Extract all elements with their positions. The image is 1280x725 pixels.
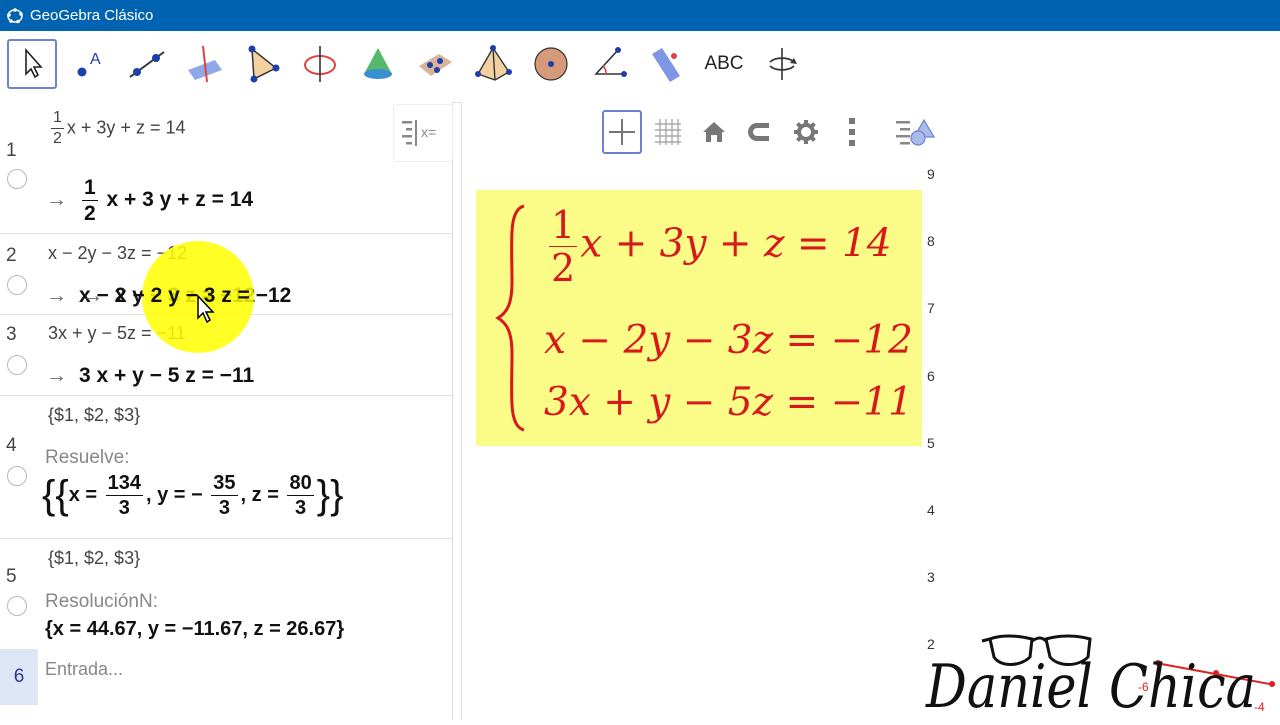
visibility-toggle[interactable]: [7, 169, 27, 189]
input-expression[interactable]: 12x + 3y + z = 14: [48, 110, 185, 147]
y-tick-label: 8: [927, 233, 935, 249]
equation-1: 12x + 3y + z = 14: [549, 203, 892, 290]
y-tick-label: 9: [927, 166, 935, 182]
reflect-plane-icon: [652, 48, 680, 82]
command-label: Resuelve:: [45, 447, 130, 468]
sphere-icon: [534, 47, 568, 81]
graphics-view-icon: [896, 118, 936, 146]
row-number: 6: [0, 649, 38, 705]
input-expression[interactable]: {$1, $2, $3}: [48, 405, 140, 426]
algebra-row-5[interactable]: 5 {$1, $2, $3} ResoluciónN: {x = 44.67, …: [0, 538, 452, 650]
line-icon: [129, 51, 165, 78]
gear-icon: [794, 120, 818, 144]
graphics-settings-button[interactable]: [786, 110, 826, 154]
graphics-style-bar: [598, 106, 944, 158]
row-number: 2: [6, 245, 17, 266]
point-tool-button[interactable]: A: [65, 39, 115, 89]
output-arrow-icon: →: [46, 364, 67, 387]
circle-tool-button[interactable]: [295, 39, 345, 89]
visibility-toggle[interactable]: [7, 355, 27, 375]
y-tick-label: 4: [927, 502, 935, 518]
algebra-view: x= 1 12x + 3y + z = 14 → 1 2 x + 3 y + z =…: [0, 102, 453, 720]
equation-system-box[interactable]: 12x + 3y + z = 14 x − 2y − 3z = −12 3x +…: [476, 190, 922, 446]
visibility-toggle[interactable]: [7, 275, 27, 295]
numeric-solution-output: {x = 44.67, y = −11.67, z = 26.67}: [45, 618, 345, 640]
plane-points-icon: [419, 54, 452, 76]
geogebra-logo-icon: [7, 7, 23, 23]
cone-tool-button[interactable]: [353, 39, 403, 89]
angle-tool-button[interactable]: [583, 39, 633, 89]
output-expression: → 3 x + y − 5 z = −11: [46, 364, 255, 387]
y-tick-label: 3: [927, 569, 935, 585]
input-expression[interactable]: {$1, $2, $3}: [48, 548, 140, 569]
command-label: ResoluciónN:: [45, 591, 158, 612]
graphics-view[interactable]: 12x + 3y + z = 14 x − 2y − 3z = −12 3x +…: [461, 102, 947, 720]
perpendicular-tool-button[interactable]: [180, 39, 230, 89]
visibility-toggle[interactable]: [7, 466, 27, 486]
pyramid-tool-button[interactable]: [468, 39, 518, 89]
algebra-row-4[interactable]: 4 {$1, $2, $3} Resuelve: {{x = 134 3, y =…: [0, 395, 452, 539]
pyramid-icon: [475, 45, 512, 81]
perpendicular-plane-icon: [188, 45, 222, 83]
text-tool-button[interactable]: ABC: [699, 39, 749, 89]
point-icon: A: [77, 51, 101, 77]
window-title: GeoGebra Clásico: [30, 7, 154, 24]
rotate-view-tool-button[interactable]: [757, 39, 807, 89]
watermark: -6 -4 Daniel Chica: [920, 625, 1280, 722]
point-capturing-button[interactable]: [740, 110, 780, 154]
magnet-icon: [748, 123, 769, 141]
reflect-tool-button[interactable]: [641, 39, 691, 89]
move-tool-button[interactable]: [7, 39, 57, 89]
home-view-button[interactable]: [694, 110, 734, 154]
cone-icon: [364, 48, 392, 79]
polygon-tool-button[interactable]: [237, 39, 287, 89]
more-vertical-icon: [849, 118, 855, 146]
glasses-signature-icon: -6 -4 Daniel Chica: [925, 634, 1276, 722]
row-number: 4: [6, 435, 17, 456]
algebra-row-1[interactable]: 1 12x + 3y + z = 14 → 1 2 x + 3 y + z = 14: [0, 102, 452, 234]
row-number: 5: [6, 566, 17, 587]
y-tick-label: 7: [927, 300, 935, 316]
mouse-cursor-icon: [197, 294, 215, 324]
left-brace-icon: [495, 204, 525, 432]
cursor-arrow-icon: [25, 47, 43, 79]
axes-icon: [609, 119, 635, 145]
text-tool-label: ABC: [704, 53, 744, 74]
sphere-tool-button[interactable]: [526, 39, 576, 89]
row-number: 3: [6, 324, 17, 345]
rotate-view-icon: [769, 48, 797, 80]
svg-text:A: A: [90, 51, 101, 68]
input-placeholder[interactable]: Entrada...: [45, 659, 123, 680]
row-number: 1: [6, 140, 17, 161]
line-tool-button[interactable]: [122, 39, 172, 89]
polygon-icon: [248, 45, 280, 83]
angle-icon: [594, 47, 627, 77]
watermark-text: Daniel Chica: [925, 652, 1256, 720]
output-expression: → 1 2 x + 3 y + z = 14: [46, 176, 254, 225]
input-bar[interactable]: 6 Entrada...: [0, 649, 452, 705]
more-options-button[interactable]: [832, 110, 872, 154]
output-expression-overlay: → x − 2 y − 3 z = −12: [82, 284, 292, 307]
solution-output: {{x = 134 3, y = − 35 3, z = 80 3}}: [42, 472, 344, 519]
circle-axis-icon: [304, 46, 336, 82]
output-arrow-icon: →: [46, 284, 67, 307]
equation-2: x − 2y − 3z = −12: [544, 318, 913, 363]
axes-toggle-button[interactable]: [602, 110, 642, 154]
grid-icon: [655, 119, 681, 145]
toolbar: A ABC: [0, 31, 1280, 103]
y-tick-label: 6: [927, 368, 935, 384]
plane-tool-button[interactable]: [410, 39, 460, 89]
y-tick-label: 5: [927, 435, 935, 451]
graphics-view-menu-button[interactable]: [892, 110, 940, 154]
visibility-toggle[interactable]: [7, 596, 27, 616]
grid-toggle-button[interactable]: [648, 110, 688, 154]
title-bar: GeoGebra Clásico: [0, 0, 1280, 31]
equation-3: 3x + y − 5z = −11: [544, 380, 913, 425]
output-arrow-icon: →: [46, 188, 67, 212]
home-icon: [703, 122, 725, 142]
